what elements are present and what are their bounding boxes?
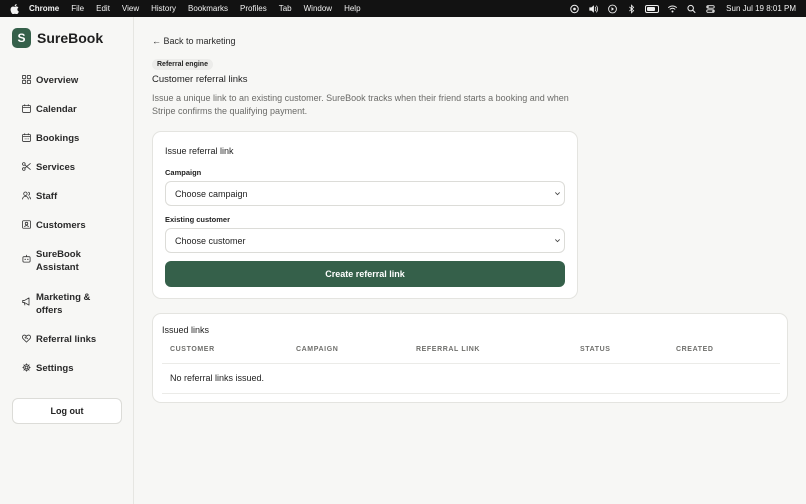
heart-handshake-icon bbox=[22, 334, 31, 343]
menu-view[interactable]: View bbox=[122, 4, 139, 13]
sidebar-item-bookings[interactable]: Bookings bbox=[22, 132, 106, 145]
campaign-select[interactable]: Choose campaign bbox=[165, 181, 565, 206]
battery-icon[interactable] bbox=[645, 4, 660, 13]
menu-bar: Chrome File Edit View History Bookmarks … bbox=[0, 0, 806, 17]
volume-icon[interactable] bbox=[588, 4, 599, 14]
sidebar-item-staff[interactable]: Staff bbox=[22, 190, 106, 203]
campaign-label: Campaign bbox=[165, 168, 202, 177]
spotlight-search-icon[interactable] bbox=[686, 4, 697, 14]
chevron-down-icon bbox=[554, 190, 561, 197]
users-icon bbox=[22, 191, 31, 200]
menu-bar-clock[interactable]: Sun Jul 19 8:01 PM bbox=[726, 4, 796, 13]
focus-icon[interactable] bbox=[569, 4, 580, 14]
chevron-down-icon bbox=[554, 237, 561, 244]
contact-card-icon bbox=[22, 220, 31, 229]
issue-card-title: Issue referral link bbox=[165, 146, 234, 156]
menu-app-name[interactable]: Chrome bbox=[29, 4, 59, 13]
menu-history[interactable]: History bbox=[151, 4, 176, 13]
sidebar: S SureBook Overview Calendar Bookings Se… bbox=[0, 17, 134, 504]
menu-edit[interactable]: Edit bbox=[96, 4, 110, 13]
menu-profiles[interactable]: Profiles bbox=[240, 4, 267, 13]
scissors-icon bbox=[22, 162, 31, 171]
calendar-icon bbox=[22, 104, 31, 113]
sidebar-item-label: Referral links bbox=[36, 334, 97, 345]
customer-select-value: Choose customer bbox=[175, 235, 246, 246]
sidebar-item-services[interactable]: Services bbox=[22, 161, 106, 174]
menu-window[interactable]: Window bbox=[304, 4, 332, 13]
brand[interactable]: S SureBook bbox=[12, 28, 103, 48]
issued-links-card: Issued links CUSTOMER CAMPAIGN REFERRAL … bbox=[152, 313, 788, 403]
brand-name: SureBook bbox=[37, 30, 104, 46]
menu-bookmarks[interactable]: Bookmarks bbox=[188, 4, 228, 13]
sidebar-item-label: Marketing & offers bbox=[36, 292, 91, 316]
campaign-select-value: Choose campaign bbox=[175, 188, 248, 199]
section-badge: Referral engine bbox=[152, 59, 213, 70]
sidebar-item-label: Calendar bbox=[36, 104, 77, 115]
column-header-created: CREATED bbox=[676, 346, 714, 353]
menu-bar-status: Sun Jul 19 8:01 PM bbox=[561, 0, 796, 17]
log-out-button[interactable]: Log out bbox=[12, 398, 122, 424]
gear-icon bbox=[22, 363, 31, 372]
apple-icon[interactable] bbox=[10, 3, 21, 14]
create-referral-link-button[interactable]: Create referral link bbox=[165, 261, 565, 287]
sidebar-item-label: SureBook Assistant bbox=[36, 249, 81, 273]
bot-icon bbox=[22, 254, 31, 263]
menu-help[interactable]: Help bbox=[344, 4, 360, 13]
table-divider bbox=[162, 393, 780, 394]
existing-customer-label: Existing customer bbox=[165, 215, 231, 224]
sidebar-item-label: Settings bbox=[36, 363, 74, 374]
sidebar-item-calendar[interactable]: Calendar bbox=[22, 103, 106, 116]
sidebar-item-surebook-assistant[interactable]: SureBook Assistant bbox=[22, 248, 106, 274]
play-icon[interactable] bbox=[607, 4, 618, 14]
issued-links-title: Issued links bbox=[162, 325, 210, 335]
sidebar-item-customers[interactable]: Customers bbox=[22, 219, 106, 232]
column-header-status: STATUS bbox=[580, 346, 611, 353]
table-divider bbox=[162, 363, 780, 364]
menu-file[interactable]: File bbox=[71, 4, 84, 13]
wifi-icon[interactable] bbox=[667, 4, 678, 14]
sidebar-item-label: Services bbox=[36, 162, 76, 173]
sidebar-item-referral-links[interactable]: Referral links bbox=[22, 333, 106, 346]
column-header-customer: CUSTOMER bbox=[170, 346, 215, 353]
column-header-referral-link: REFERRAL LINK bbox=[416, 346, 481, 353]
sidebar-item-overview[interactable]: Overview bbox=[22, 74, 106, 87]
megaphone-icon bbox=[22, 297, 31, 306]
calendar-check-icon bbox=[22, 133, 31, 142]
brand-logo: S bbox=[12, 28, 31, 48]
sidebar-item-settings[interactable]: Settings bbox=[22, 362, 106, 375]
sidebar-item-label: Overview bbox=[36, 75, 79, 86]
sidebar-item-label: Customers bbox=[36, 220, 86, 231]
grid-icon bbox=[22, 75, 31, 84]
page-description: Issue a unique link to an existing custo… bbox=[152, 93, 569, 116]
issue-referral-card: Issue referral link Campaign Choose camp… bbox=[152, 131, 578, 299]
bluetooth-icon[interactable] bbox=[626, 3, 637, 14]
menu-tab[interactable]: Tab bbox=[279, 4, 292, 13]
customer-select[interactable]: Choose customer bbox=[165, 228, 565, 253]
empty-state-message: No referral links issued. bbox=[170, 373, 265, 383]
sidebar-item-label: Staff bbox=[36, 191, 58, 202]
column-header-campaign: CAMPAIGN bbox=[296, 346, 339, 353]
sidebar-item-marketing[interactable]: Marketing & offers bbox=[22, 291, 106, 317]
back-to-marketing-link[interactable]: ← Back to marketing bbox=[152, 36, 236, 46]
sidebar-item-label: Bookings bbox=[36, 133, 80, 144]
control-center-icon[interactable] bbox=[705, 4, 716, 14]
page-title: Customer referral links bbox=[152, 74, 248, 85]
